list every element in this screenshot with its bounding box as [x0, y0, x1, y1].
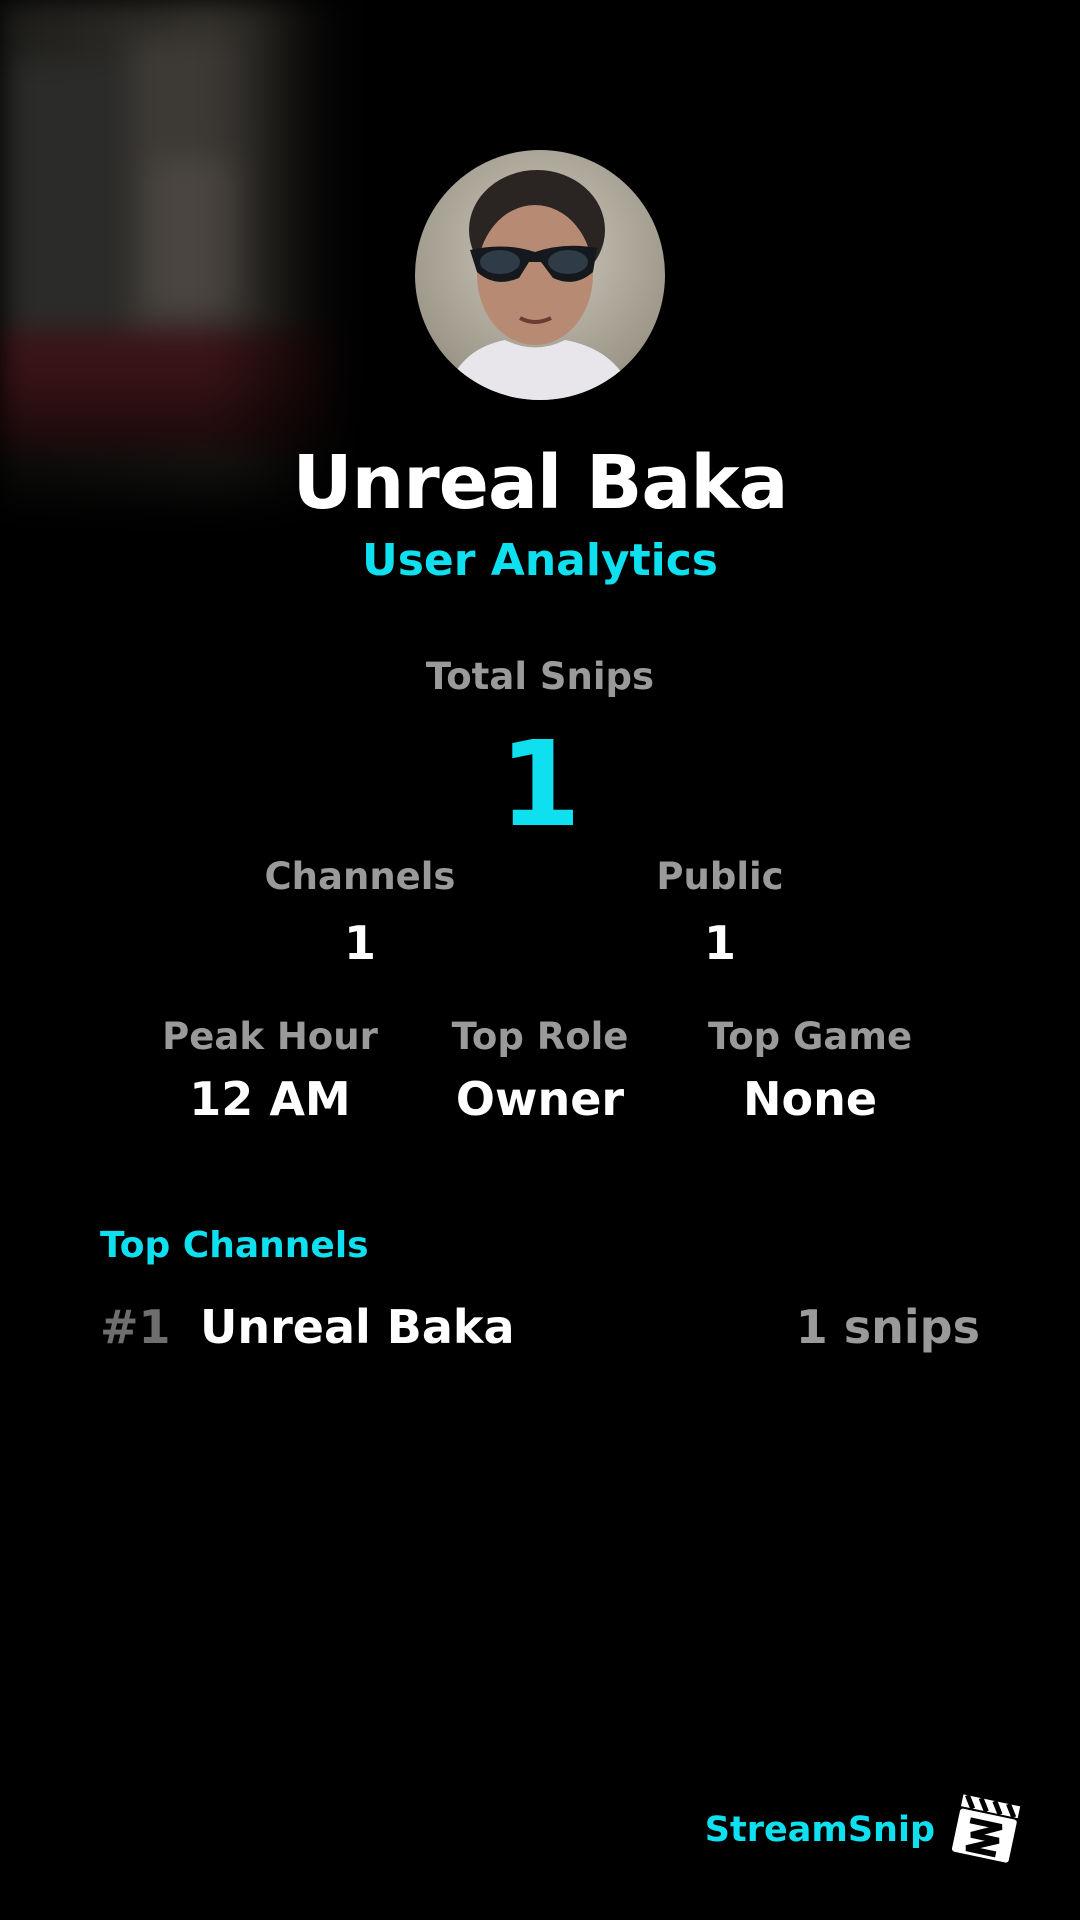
- stat-top-game: Top Game None: [690, 1015, 930, 1126]
- stat-label: Channels: [264, 855, 456, 898]
- stat-channels: Channels 1: [240, 855, 480, 970]
- stat-label: Top Game: [707, 1015, 913, 1058]
- stat-top-role: Top Role Owner: [420, 1015, 660, 1126]
- brand-name: StreamSnip: [704, 1810, 935, 1850]
- stat-public: Public 1: [600, 855, 840, 970]
- stat-value: 1: [703, 916, 736, 970]
- clapperboard-icon: [949, 1790, 1025, 1866]
- stat-value: Owner: [455, 1072, 625, 1126]
- brand-footer: StreamSnip: [0, 1790, 1080, 1870]
- page-subtitle: User Analytics: [362, 535, 718, 586]
- stat-label: Public: [656, 855, 784, 898]
- total-snips-label: Total Snips: [425, 655, 655, 698]
- total-snips-value: 1: [498, 715, 582, 853]
- user-name: Unreal Baka: [292, 440, 788, 526]
- stat-label: Peak Hour: [162, 1015, 378, 1058]
- channel-rank: #1: [100, 1300, 171, 1354]
- stat-peak-hour: Peak Hour 12 AM: [150, 1015, 390, 1126]
- channel-name: Unreal Baka: [200, 1300, 515, 1354]
- channel-snip-count: 1 snips: [795, 1300, 980, 1354]
- top-channels-heading: Top Channels: [100, 1225, 369, 1266]
- analytics-card: Unreal Baka User Analytics Total Snips 1…: [0, 0, 1080, 1920]
- avatar: [415, 150, 665, 400]
- stat-value: 12 AM: [189, 1072, 351, 1126]
- list-item: #1 Unreal Baka 1 snips: [100, 1300, 980, 1370]
- stat-label: Top Role: [451, 1015, 629, 1058]
- stat-value: None: [742, 1072, 878, 1126]
- stat-value: 1: [343, 916, 376, 970]
